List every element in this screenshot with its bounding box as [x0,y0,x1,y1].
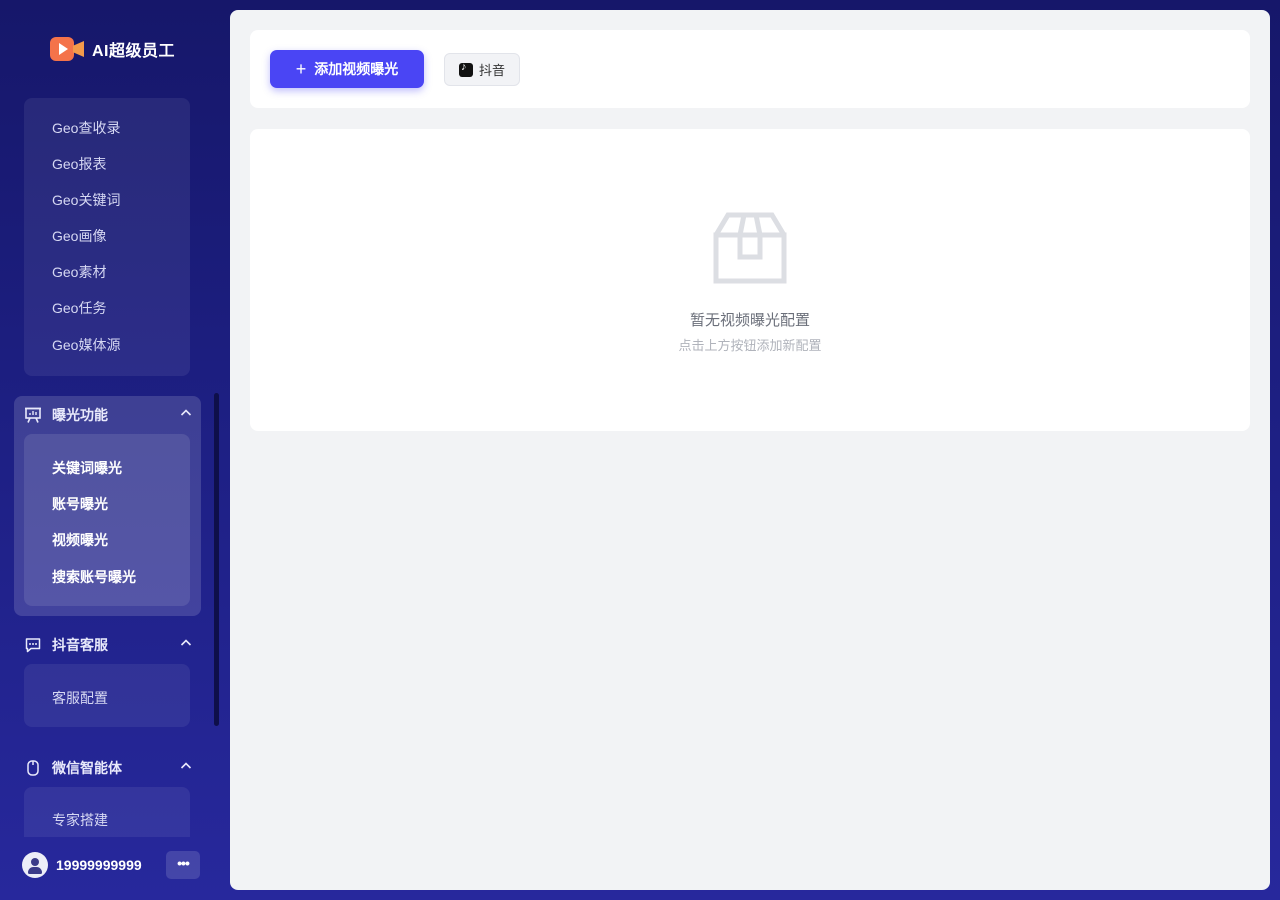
sidebar-scrollbar[interactable] [214,393,219,726]
more-options-button[interactable]: ••• [166,851,200,879]
sidebar-item-geo-keyword[interactable]: Geo关键词 [52,190,120,210]
user-bar: 19999999999 ••• [22,851,202,879]
avatar[interactable] [22,852,48,878]
add-video-exposure-button[interactable]: + 添加视频曝光 [270,50,424,88]
wechat-agent-group-header[interactable]: 微信智能体 [24,758,192,778]
presentation-icon [25,407,41,423]
sidebar-item-geo-report[interactable]: Geo报表 [52,154,106,174]
douyin-service-group-header[interactable]: 抖音客服 [24,635,192,655]
sidebar-item-keyword-exposure[interactable]: 关键词曝光 [52,458,122,478]
tiktok-icon [458,61,473,77]
plus-icon: + [295,59,307,79]
geo-submenu: Geo查收录 Geo报表 Geo关键词 Geo画像 Geo素材 Geo任务 Ge… [24,98,190,376]
add-video-exposure-label: 添加视频曝光 [314,61,399,77]
empty-box-icon [713,212,787,284]
toolbar-card: + 添加视频曝光 抖音 [250,30,1250,108]
content-card: 暂无视频曝光配置 点击上方按钮添加新配置 [250,129,1250,431]
empty-state-title: 暂无视频曝光配置 [689,312,810,329]
sidebar-item-video-exposure[interactable]: 视频曝光 [52,530,108,550]
sidebar-item-account-exposure[interactable]: 账号曝光 [52,494,108,514]
user-phone: 19999999999 [56,857,142,873]
exposure-group-header[interactable]: 曝光功能 [24,405,192,425]
video-camera-icon [50,37,84,61]
mouse-icon [27,760,39,776]
sidebar-item-expert-build[interactable]: 专家搭建 [52,810,108,830]
brand[interactable]: AI超级员工 [50,36,175,62]
exposure-group: 曝光功能 关键词曝光 账号曝光 视频曝光 搜索账号曝光 [14,396,201,616]
chevron-up-icon[interactable] [180,760,192,772]
platform-tag-douyin[interactable]: 抖音 [444,53,520,86]
wechat-agent-submenu: 专家搭建 [24,787,190,837]
chevron-up-icon[interactable] [180,407,192,419]
sidebar-item-geo-task[interactable]: Geo任务 [52,298,106,318]
platform-tag-label: 抖音 [478,63,505,78]
sidebar-item-geo-material[interactable]: Geo素材 [52,262,106,282]
douyin-service-group-title: 抖音客服 [52,637,108,653]
main-content: + 添加视频曝光 抖音 暂无视频曝光配置 点击上方按钮添加新配置 [230,10,1270,890]
sidebar-item-geo-media[interactable]: Geo媒体源 [52,335,120,355]
sidebar-item-service-config[interactable]: 客服配置 [52,688,108,708]
empty-state-hint: 点击上方按钮添加新配置 [678,338,822,353]
chat-icon [25,638,41,653]
sidebar: AI超级员工 Geo查收录 Geo报表 Geo关键词 Geo画像 Geo素材 G… [0,0,230,900]
sidebar-item-geo-index[interactable]: Geo查收录 [52,118,120,138]
exposure-submenu: 关键词曝光 账号曝光 视频曝光 搜索账号曝光 [24,434,190,606]
sidebar-item-search-account-exposure[interactable]: 搜索账号曝光 [52,567,136,587]
chevron-up-icon[interactable] [180,637,192,649]
wechat-agent-group-title: 微信智能体 [52,760,122,776]
douyin-service-submenu: 客服配置 [24,664,190,727]
brand-name: AI超级员工 [92,43,176,60]
exposure-group-title: 曝光功能 [52,407,108,423]
sidebar-item-geo-profile[interactable]: Geo画像 [52,226,106,246]
